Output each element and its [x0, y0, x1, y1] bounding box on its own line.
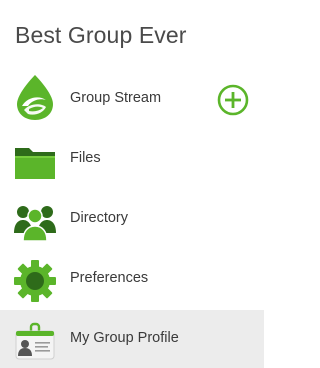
menu-item-files[interactable]: Files: [0, 130, 264, 190]
menu-item-label: Group Stream: [70, 90, 162, 106]
menu-item-label: My Group Profile: [70, 330, 179, 346]
menu-item-directory[interactable]: Directory: [0, 190, 264, 250]
people-icon: [13, 199, 57, 243]
menu-item-label: Directory: [70, 210, 129, 226]
menu-item-label: Files: [70, 150, 101, 166]
group-nav-panel: Best Group Ever Group Stream Files Direc…: [0, 0, 264, 368]
group-stream-icon: [13, 75, 57, 123]
menu-item-my-group-profile[interactable]: My Group Profile: [0, 310, 264, 368]
folder-icon: [13, 139, 57, 183]
menu-item-preferences[interactable]: Preferences: [0, 250, 264, 310]
profile-card-icon: [13, 319, 57, 363]
gear-icon: [13, 259, 57, 303]
menu-item-label: Preferences: [70, 270, 149, 286]
plus-circle-icon: [217, 84, 249, 116]
add-button[interactable]: [217, 84, 249, 116]
group-title: Best Group Ever: [15, 22, 187, 48]
